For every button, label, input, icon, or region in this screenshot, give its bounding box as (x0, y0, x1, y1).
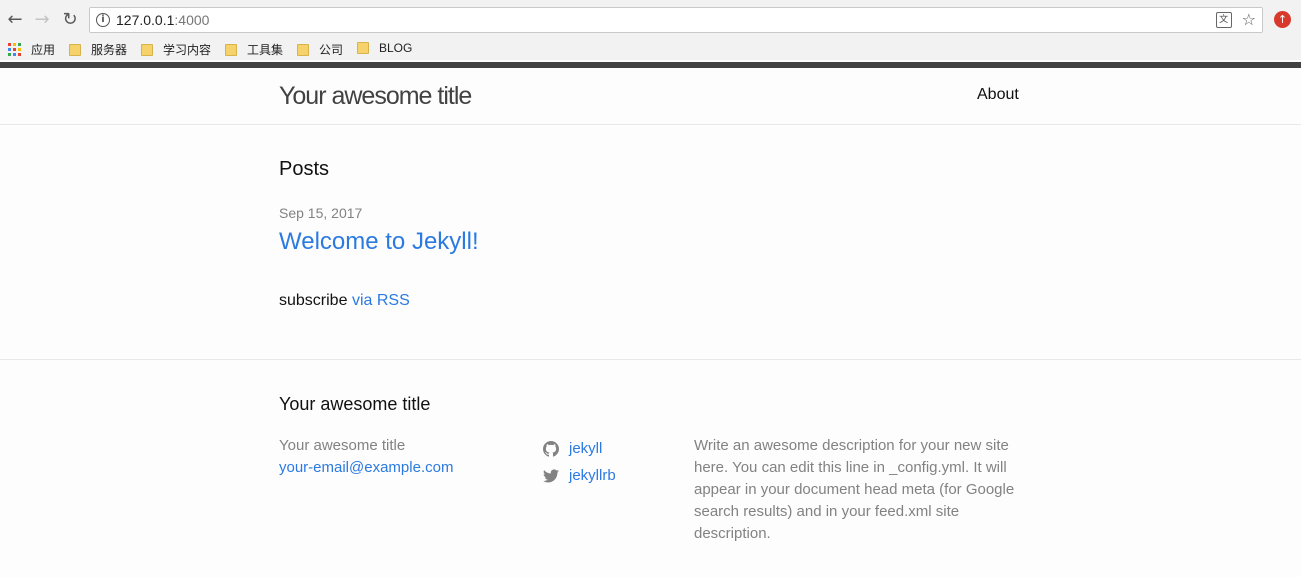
extension-upload-icon[interactable]: ↑ (1274, 11, 1291, 28)
bookmark-folder[interactable]: 服务器 (69, 41, 127, 58)
site-description: Write an awesome description for your ne… (694, 437, 1015, 542)
bookmarks-bar: 应用 服务器 学习内容 工具集 公司 BLOG (0, 38, 1301, 60)
bookmark-label: 服务器 (91, 43, 128, 57)
address-bar[interactable]: i 127.0.0.1:4000 文 ☆ (89, 7, 1263, 33)
twitter-link[interactable]: jekyllrb (543, 462, 616, 489)
bookmark-label: 应用 (31, 43, 56, 57)
site-footer: Your awesome title Your awesome title yo… (0, 359, 1301, 577)
twitter-icon (543, 469, 559, 482)
subscribe-text: subscribe (279, 292, 348, 309)
github-username: jekyll (569, 440, 603, 457)
forward-arrow-icon[interactable]: → (32, 9, 52, 30)
bookmark-label: 工具集 (247, 43, 284, 57)
reload-icon[interactable]: ↻ (60, 9, 80, 30)
footer-social: jekyll jekyllrb (543, 435, 616, 489)
site-header: Your awesome title About (0, 68, 1301, 125)
post-date: Sep 15, 2017 (279, 205, 363, 221)
bookmark-label: 学习内容 (163, 43, 212, 57)
footer-heading: Your awesome title (279, 394, 431, 414)
apps-grid-icon (8, 43, 21, 56)
nav-link-about[interactable]: About (977, 86, 1019, 104)
folder-icon (69, 43, 81, 56)
bookmark-folder[interactable]: BLOG (357, 41, 412, 55)
twitter-username: jekyllrb (569, 467, 616, 484)
folder-icon (225, 43, 237, 56)
back-arrow-icon[interactable]: ← (5, 9, 25, 30)
bookmark-label: 公司 (319, 43, 344, 57)
url-port: :4000 (174, 12, 210, 28)
bookmark-star-icon[interactable]: ☆ (1242, 11, 1256, 29)
github-icon (543, 440, 559, 457)
info-icon[interactable]: i (96, 13, 110, 27)
footer-site-name: Your awesome title (279, 437, 406, 454)
posts-heading: Posts (279, 158, 330, 180)
bookmark-label: BLOG (379, 41, 413, 55)
url-host: 127.0.0.1 (116, 12, 175, 28)
site-title-link[interactable]: Your awesome title (279, 82, 472, 111)
footer-contact: Your awesome title your-email@example.co… (279, 435, 453, 479)
footer-email-link[interactable]: your-email@example.com (279, 457, 453, 479)
translate-icon[interactable]: 文 (1215, 12, 1232, 28)
github-link[interactable]: jekyll (543, 435, 616, 462)
bookmark-folder[interactable]: 学习内容 (141, 41, 211, 58)
folder-icon (357, 42, 369, 54)
folder-icon (297, 43, 309, 56)
rss-link[interactable]: via RSS (352, 292, 410, 309)
post-title-link[interactable]: Welcome to Jekyll! (279, 228, 479, 256)
subscribe-line: subscribe via RSS (279, 292, 410, 310)
url-text[interactable]: 127.0.0.1:4000 (116, 12, 209, 28)
browser-toolbar: ← → ↻ i 127.0.0.1:4000 文 ☆ ↑ (0, 0, 1301, 38)
folder-icon (141, 43, 153, 56)
bookmark-folder[interactable]: 工具集 (225, 41, 283, 58)
bookmark-apps[interactable]: 应用 (8, 41, 55, 58)
bookmark-folder[interactable]: 公司 (297, 41, 343, 58)
